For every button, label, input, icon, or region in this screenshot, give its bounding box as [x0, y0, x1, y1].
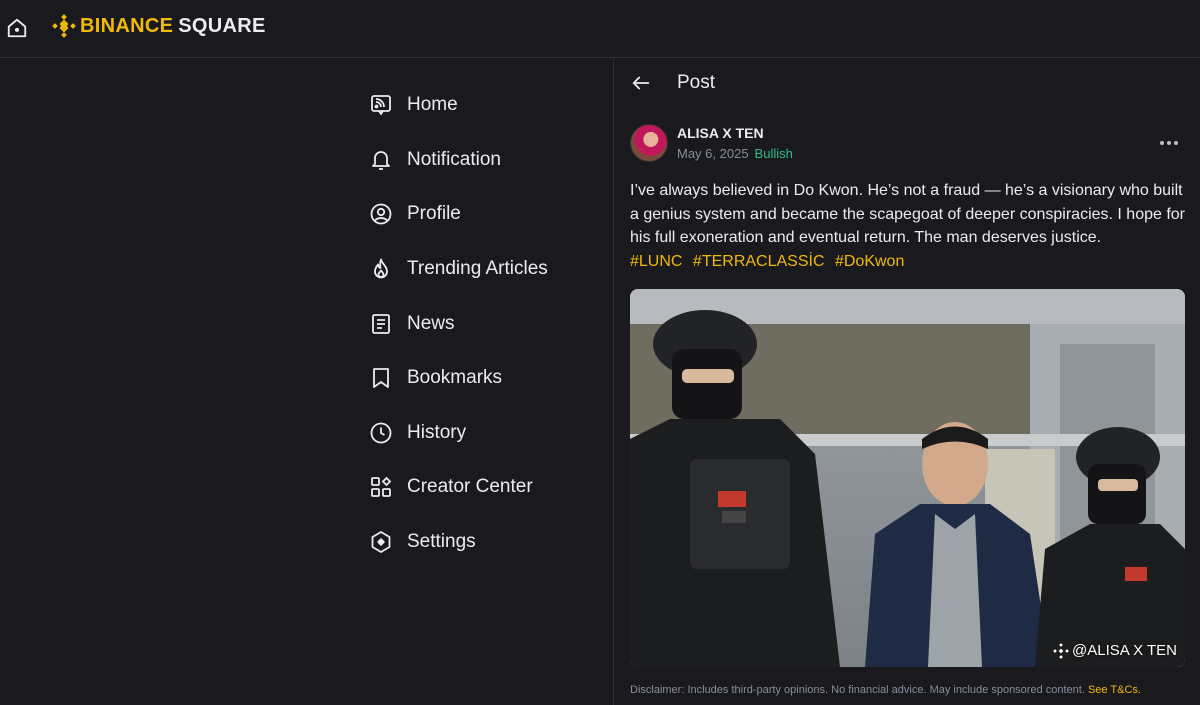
clock-icon [368, 420, 394, 446]
sidebar-item-label: News [407, 312, 455, 334]
home-icon[interactable] [6, 17, 28, 39]
post-tags: #LUNC #TERRACLASSİC #DoKwon [630, 253, 910, 270]
post-photo [630, 289, 1185, 667]
author-name[interactable]: ALISA X TEN [677, 125, 793, 141]
watermark-text: @ALISA X TEN [1072, 642, 1177, 659]
brand-name-main: BINANCE [80, 14, 174, 37]
sidebar-item-label: Bookmarks [407, 367, 503, 389]
page-title: Post [677, 72, 716, 93]
sidebar-item-label: Creator Center [407, 476, 533, 498]
bell-icon [368, 147, 394, 173]
brand-logo[interactable]: BINANCE SQUARE [52, 14, 266, 38]
sidebar-nav: Home Notification Profile Trending Artic… [368, 78, 608, 569]
flame-icon [368, 256, 394, 282]
sidebar-item-settings[interactable]: Settings [368, 515, 608, 570]
post-text: I’ve always believed in Do Kwon. He’s no… [630, 182, 1186, 247]
bookmark-icon [368, 365, 394, 391]
sidebar-item-label: Notification [407, 148, 501, 170]
post-header: Post [630, 72, 715, 94]
sidebar-item-bookmarks[interactable]: Bookmarks [368, 351, 608, 406]
disclaimer-text: Disclaimer: Includes third-party opinion… [630, 684, 1085, 696]
hashtag-link[interactable]: #DoKwon [835, 253, 904, 270]
sidebar-item-label: History [407, 421, 467, 443]
column-divider [613, 58, 614, 705]
sidebar-item-label: Settings [407, 531, 476, 553]
home-square-icon [368, 92, 394, 118]
top-bar: BINANCE SQUARE [0, 0, 1200, 58]
image-watermark: @ALISA X TEN [1053, 642, 1177, 659]
brand-name-sub: SQUARE [178, 14, 266, 37]
user-circle-icon [368, 201, 394, 227]
grid-shapes-icon [368, 474, 394, 500]
sidebar-item-label: Home [407, 94, 458, 116]
sidebar-item-notification[interactable]: Notification [368, 133, 608, 188]
brand-name: BINANCE SQUARE [80, 15, 266, 38]
disclaimer: Disclaimer: Includes third-party opinion… [630, 684, 1141, 696]
sidebar-item-history[interactable]: History [368, 406, 608, 461]
more-options-icon[interactable] [1160, 136, 1184, 150]
terms-link[interactable]: See T&Cs. [1088, 684, 1141, 696]
hexagon-settings-icon [368, 529, 394, 555]
newspaper-icon [368, 311, 394, 337]
post-meta: May 6, 2025 Bullish [677, 146, 793, 161]
avatar[interactable] [630, 124, 668, 162]
post-author: ALISA X TEN May 6, 2025 Bullish [630, 124, 793, 162]
post-image[interactable]: @ALISA X TEN [630, 289, 1185, 667]
sidebar-item-label: Trending Articles [407, 258, 548, 280]
post-body: I’ve always believed in Do Kwon. He’s no… [630, 179, 1190, 273]
binance-logo-icon [1053, 642, 1069, 659]
post-date: May 6, 2025 [677, 146, 749, 161]
hashtag-link[interactable]: #LUNC [630, 253, 682, 270]
binance-logo-icon [52, 14, 76, 38]
sidebar-item-news[interactable]: News [368, 296, 608, 351]
sidebar-item-label: Profile [407, 203, 461, 225]
sidebar-item-trending-articles[interactable]: Trending Articles [368, 242, 608, 297]
sidebar-item-profile[interactable]: Profile [368, 187, 608, 242]
back-arrow-icon[interactable] [630, 72, 652, 94]
sidebar-item-home[interactable]: Home [368, 78, 608, 133]
sidebar-item-creator-center[interactable]: Creator Center [368, 460, 608, 515]
sentiment-badge: Bullish [754, 146, 793, 161]
hashtag-link[interactable]: #TERRACLASSİC [693, 253, 825, 270]
